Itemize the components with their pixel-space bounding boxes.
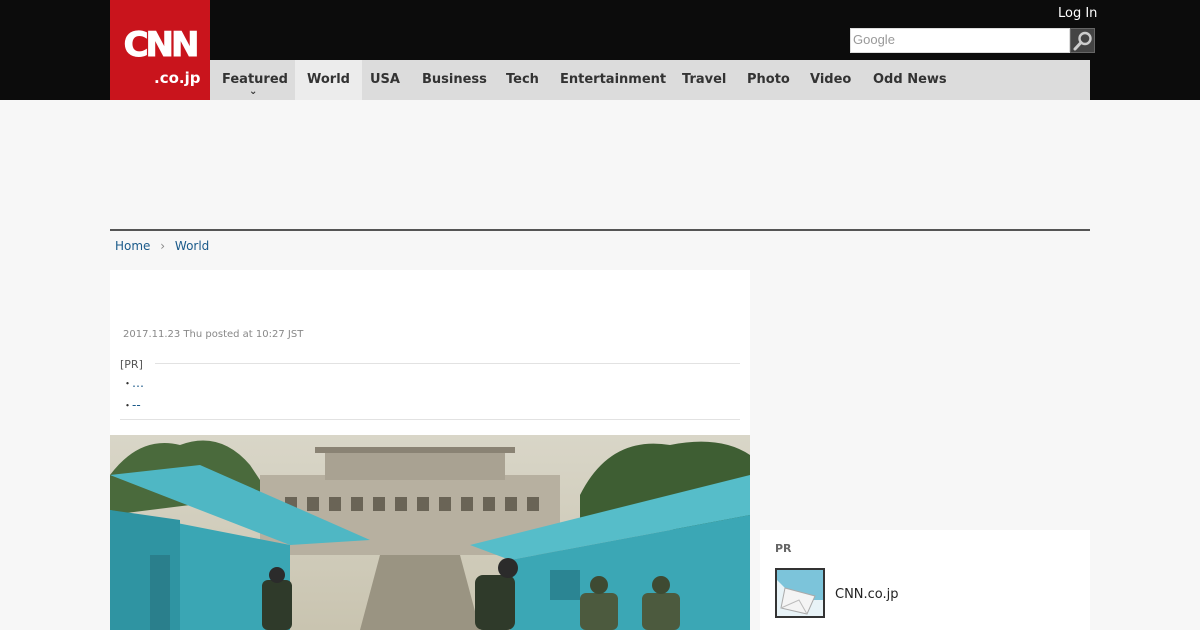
nav-item-business[interactable]: Business	[410, 60, 499, 100]
nav-item-label: Business	[422, 72, 487, 87]
posted-timestamp: 2017.11.23 Thu posted at 10:27 JST	[123, 329, 304, 340]
nav-item-video[interactable]: Video	[798, 60, 863, 100]
breadcrumb-world[interactable]: World	[175, 238, 209, 254]
article-photo	[110, 435, 750, 630]
section-divider	[110, 229, 1090, 231]
pr-list-item[interactable]: ・…	[122, 376, 144, 391]
nav-item-label: World	[307, 72, 350, 87]
search-icon	[1073, 31, 1092, 51]
nav-item-tech[interactable]: Tech	[494, 60, 551, 100]
divider	[155, 363, 740, 364]
pr-thumbnail[interactable]	[775, 568, 825, 618]
nav-item-photo[interactable]: Photo	[735, 60, 802, 100]
breadcrumb-home[interactable]: Home	[115, 238, 150, 254]
search-input[interactable]: Google	[850, 28, 1070, 53]
sidebar-pr-box: PR CNN.co.jp	[760, 530, 1090, 630]
pr-link[interactable]: --	[132, 398, 141, 412]
nav-item-featured[interactable]: Featured ⌄	[210, 60, 300, 100]
breadcrumb: Home › World	[115, 238, 209, 254]
pr-link[interactable]: …	[132, 376, 144, 390]
pr-list-item[interactable]: ・--	[122, 398, 141, 413]
nav-item-odd-news[interactable]: Odd News	[861, 60, 959, 100]
chevron-right-icon: ›	[160, 239, 166, 253]
nav-item-label: Odd News	[873, 72, 947, 87]
divider	[120, 419, 740, 420]
nav-item-label: Photo	[747, 72, 790, 87]
logo-domain: .co.jp	[154, 69, 201, 87]
nav-item-label: Tech	[506, 72, 539, 87]
nav-item-entertainment[interactable]: Entertainment	[548, 60, 678, 100]
nav-item-label: Entertainment	[560, 72, 667, 87]
nav-item-world[interactable]: World	[295, 60, 362, 100]
chevron-down-icon: ⌄	[248, 86, 258, 97]
sidebar-pr-label: PR	[775, 542, 792, 555]
main-nav: Featured ⌄ World USA Business Tech Enter…	[210, 60, 1090, 100]
nav-item-label: Travel	[682, 72, 727, 87]
nav-item-label: Featured	[222, 72, 288, 87]
cnn-logo[interactable]: CNN .co.jp	[110, 0, 210, 100]
nav-item-usa[interactable]: USA	[358, 60, 412, 100]
pr-label: [PR]	[120, 358, 143, 371]
search-button[interactable]	[1070, 28, 1095, 53]
login-link[interactable]: Log In	[1058, 6, 1097, 22]
bullet: ・	[122, 377, 133, 390]
nav-item-label: Video	[810, 72, 852, 87]
pr-item-title[interactable]: CNN.co.jp	[835, 587, 899, 603]
nav-item-label: USA	[370, 72, 400, 87]
logo-text: CNN	[123, 25, 200, 65]
bullet: ・	[122, 399, 133, 412]
nav-item-travel[interactable]: Travel	[670, 60, 738, 100]
article-card: 2017.11.23 Thu posted at 10:27 JST [PR] …	[110, 270, 750, 630]
